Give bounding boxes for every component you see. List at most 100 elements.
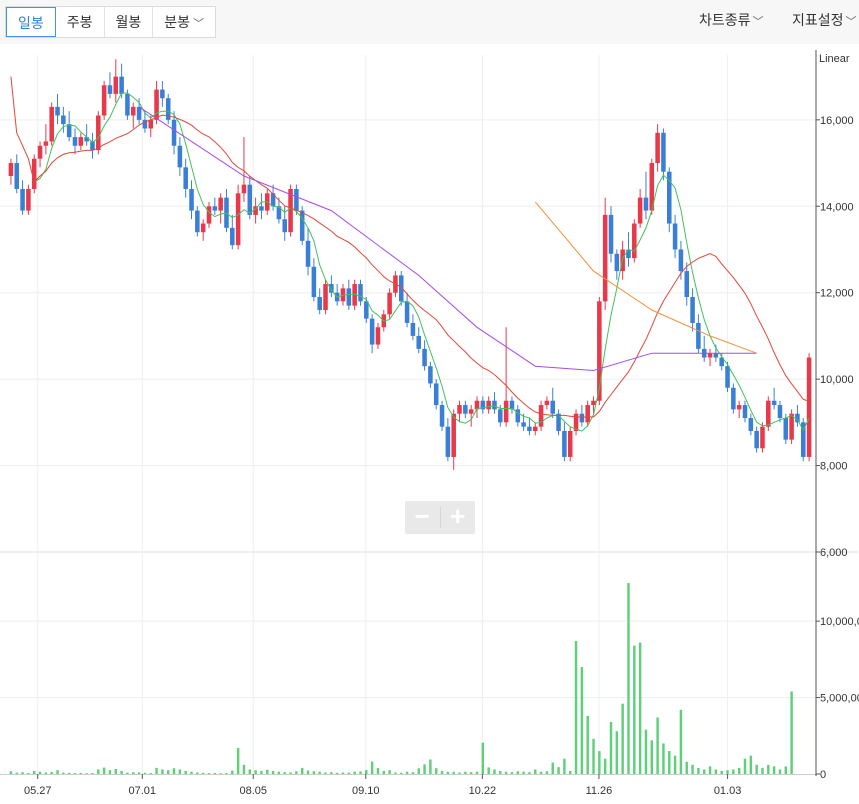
candle [235, 184, 241, 250]
candle [26, 184, 31, 215]
candle-body [119, 76, 124, 94]
moving-averages [10, 76, 810, 432]
candle-body [107, 85, 113, 94]
volume-bar [161, 769, 164, 774]
volume-bar [440, 770, 444, 774]
volume-bar [469, 772, 473, 774]
volume-bar [708, 766, 712, 774]
volume-bar [568, 770, 572, 774]
zoom-in-button[interactable]: + [440, 501, 475, 534]
volume-bar [236, 748, 240, 774]
volume-bar [522, 771, 525, 774]
volume-bar [225, 773, 228, 774]
volume-bar [662, 743, 665, 774]
candle-body [305, 240, 311, 267]
volume-bar [266, 769, 269, 774]
scale-label[interactable]: Linear [819, 53, 850, 65]
candle [200, 219, 206, 241]
stock-chart[interactable]: 16,000 14,000 12,000 10,000 8,000 6,000 10,00… [0, 0, 859, 804]
candle-body [195, 210, 200, 233]
candle-body [422, 348, 427, 367]
candle-body [14, 163, 20, 189]
volume-bar [341, 772, 345, 774]
candle [113, 59, 119, 103]
candle-body [457, 405, 462, 414]
candle [643, 171, 649, 220]
candle-body [230, 227, 235, 246]
date-tick-label: 05.27 [24, 785, 52, 797]
volume-bar [592, 738, 595, 774]
candle-body [591, 400, 596, 406]
volume-bar [464, 771, 467, 774]
volume-bar [726, 770, 729, 774]
candle [107, 72, 113, 99]
volume-bar [656, 717, 659, 774]
volume-bar [271, 770, 275, 774]
candle [591, 396, 596, 414]
candle-body [463, 405, 468, 414]
candle-body [160, 89, 165, 99]
candle [428, 361, 433, 388]
volume-bar [137, 772, 141, 774]
candle-body [771, 400, 777, 406]
volume-bar [790, 691, 793, 774]
zoom-out-button[interactable]: − [405, 501, 440, 534]
volume-axis: 10,000,0 5,000,00 0 [816, 616, 859, 781]
candle [195, 206, 200, 237]
volume-bar [504, 771, 508, 774]
candle-body [538, 405, 544, 427]
volume-bar [97, 769, 100, 774]
volume-bar [178, 769, 182, 774]
volume-bar [277, 771, 281, 774]
candle [72, 128, 78, 155]
candle-body [311, 266, 317, 298]
volume-bar [551, 762, 554, 774]
candle [760, 422, 765, 453]
candle-body [742, 405, 748, 419]
candle-body [684, 271, 690, 298]
candle [707, 348, 713, 367]
price-tick-label: 6,000 [820, 547, 848, 559]
candle [433, 379, 439, 410]
volume-bar [528, 772, 531, 774]
candle [800, 418, 806, 462]
candle-body [521, 422, 526, 427]
volume-bar [737, 767, 741, 774]
candle-body [212, 206, 218, 211]
candle-body [84, 137, 89, 142]
candle-body [416, 335, 422, 349]
zoom-control: − + [405, 501, 475, 534]
volume-bar [295, 771, 298, 774]
volume-bar [627, 582, 630, 774]
candle [696, 314, 701, 354]
candle [189, 180, 194, 220]
volume-bar [685, 761, 688, 774]
candle-body [713, 353, 719, 358]
volume-bar [155, 767, 158, 774]
ma20-line [10, 76, 810, 418]
volume-bar [609, 722, 613, 774]
candle-body [725, 366, 730, 388]
candle-body [760, 426, 765, 449]
candle [130, 102, 136, 129]
volume-tick-label: 0 [820, 769, 826, 781]
candle [527, 418, 532, 436]
candle-body [562, 430, 567, 457]
volume-bar [248, 769, 252, 774]
candle [556, 409, 561, 436]
volume-bar [132, 772, 135, 774]
volume-bar [353, 771, 356, 774]
volume-bar [289, 772, 292, 774]
candle-body [148, 119, 154, 129]
volume-bar [481, 742, 485, 774]
volume-bar [219, 773, 222, 775]
candle [78, 132, 84, 151]
candle [101, 80, 107, 120]
candle-body [364, 301, 369, 319]
volume-bar [673, 755, 677, 774]
candle-body [527, 426, 532, 431]
candle [701, 335, 707, 362]
volume-bar [318, 771, 321, 774]
candle-body [579, 413, 585, 423]
candle-body [532, 426, 538, 431]
